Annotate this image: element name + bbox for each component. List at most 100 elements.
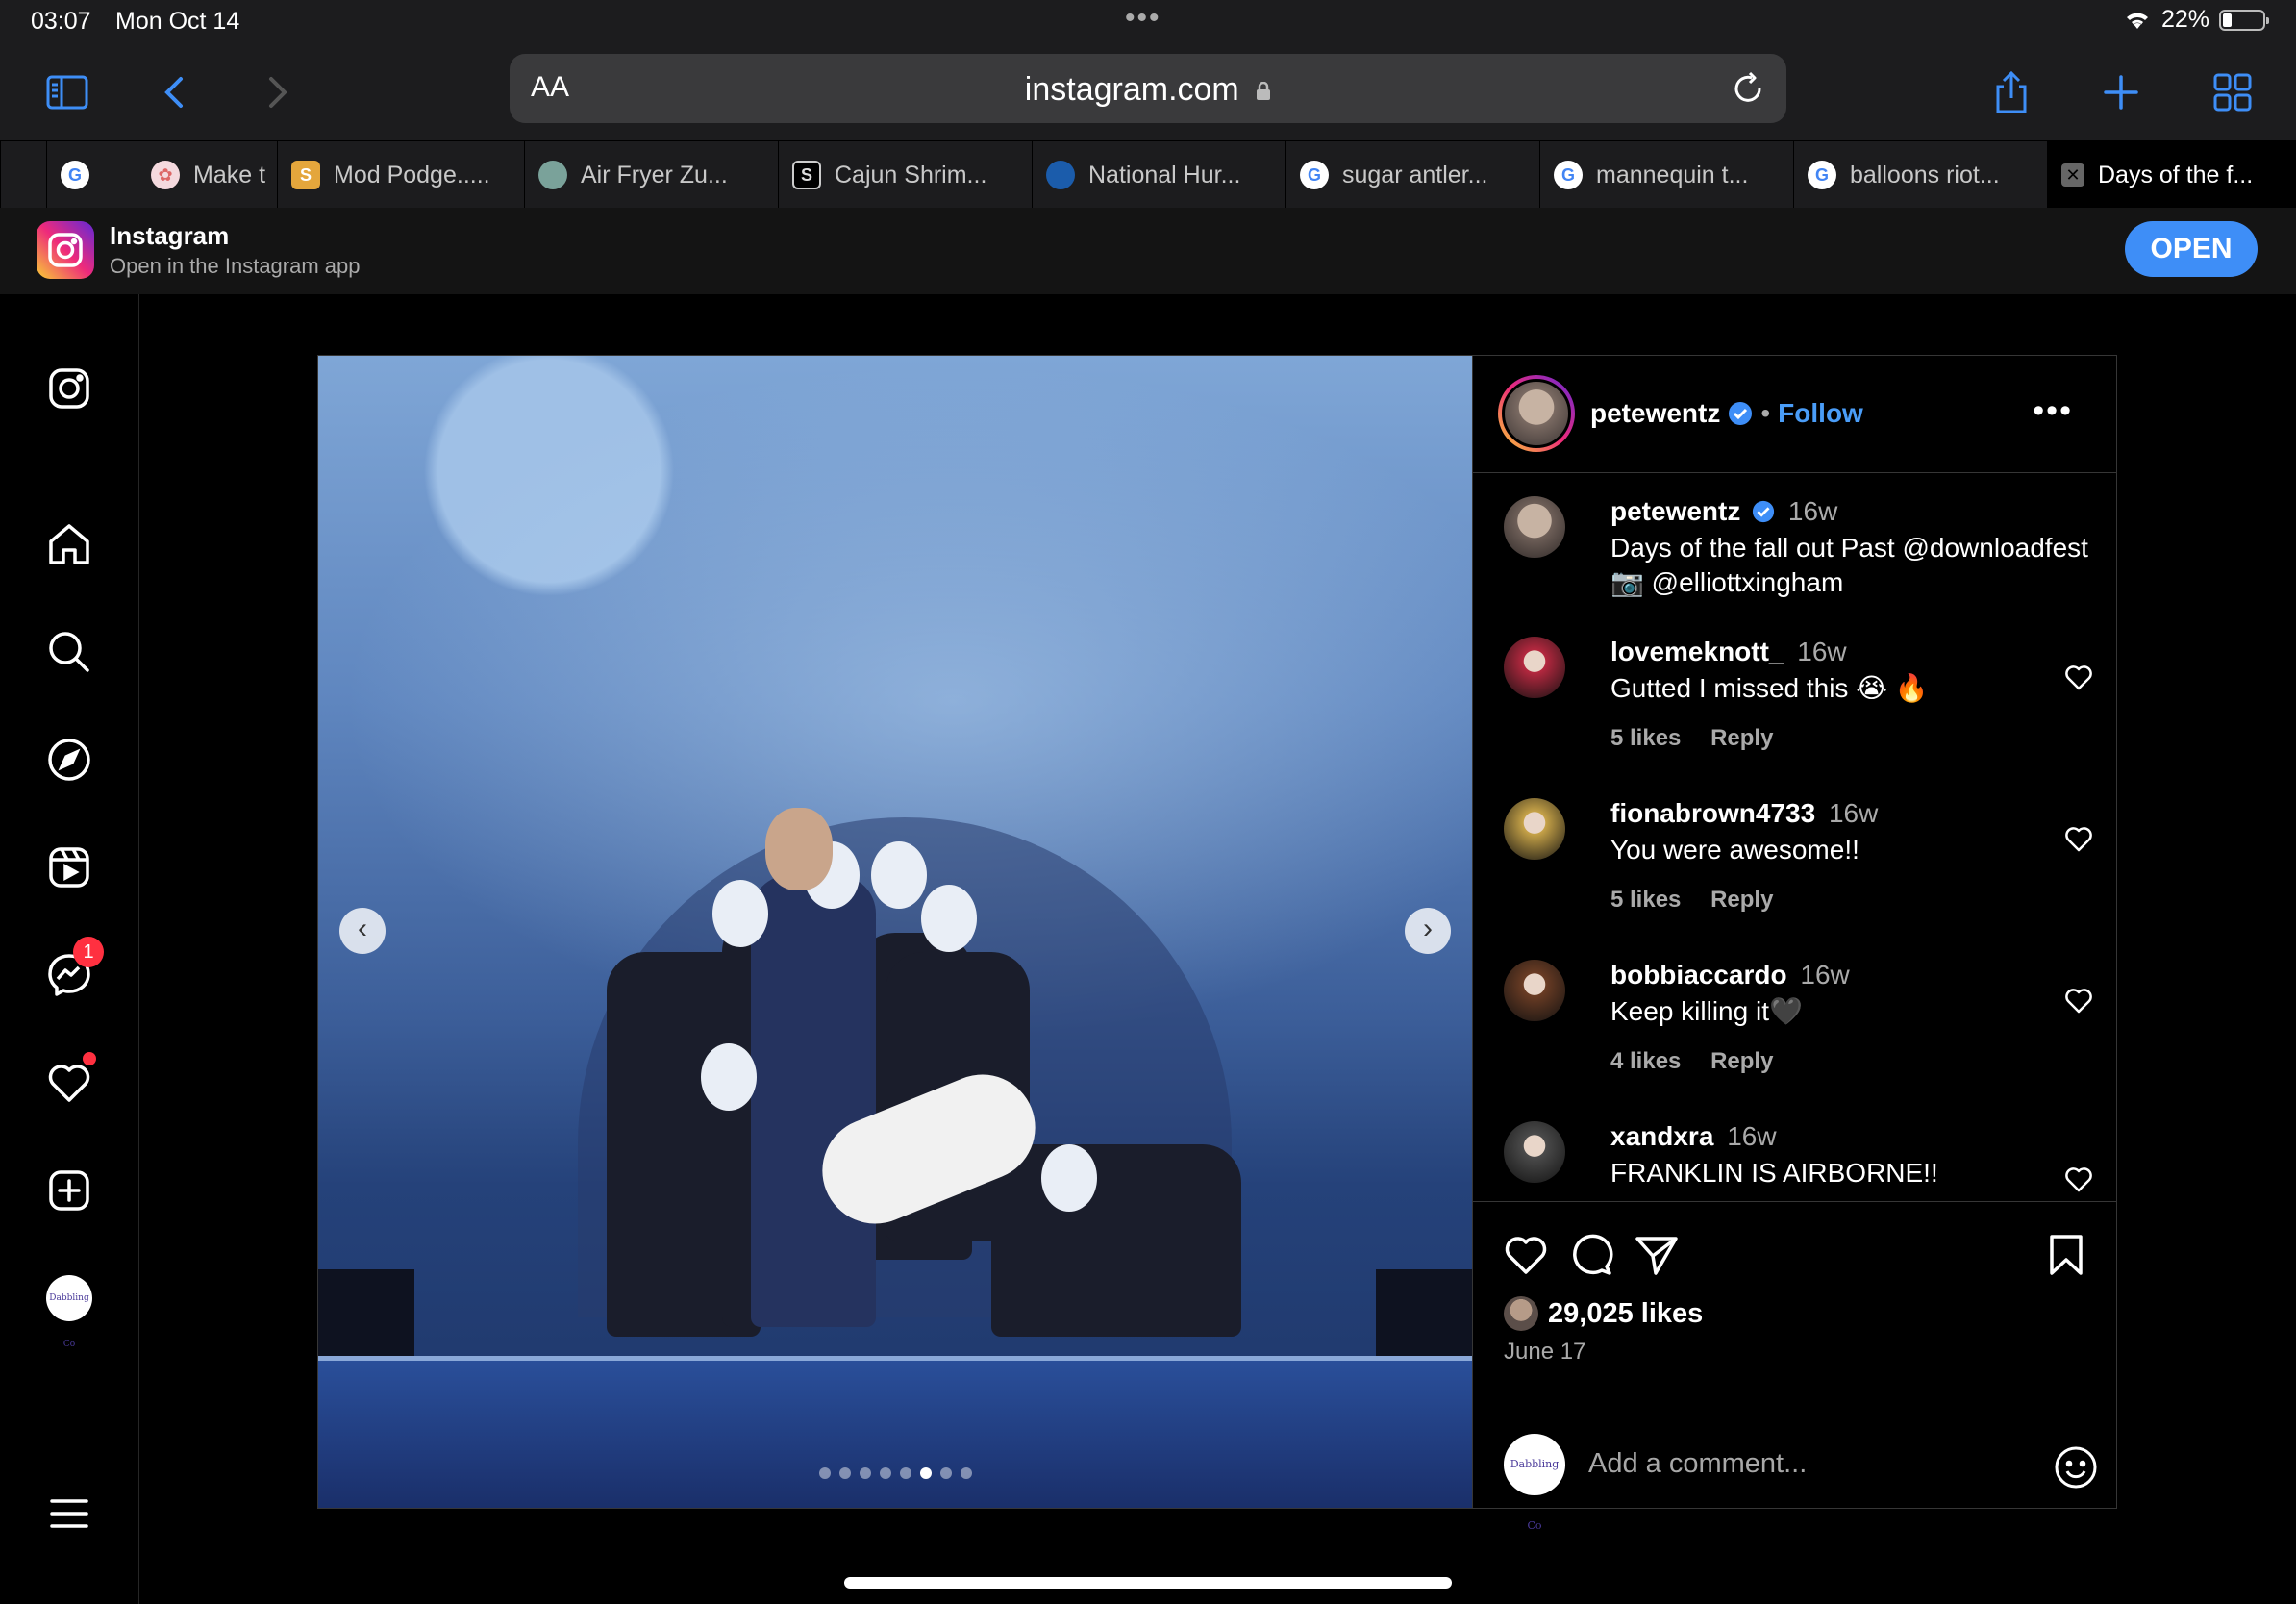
reply-button[interactable]: Reply: [1710, 1048, 1773, 1074]
comment-avatar[interactable]: [1504, 637, 1565, 698]
url-display[interactable]: instagram.com: [510, 71, 1786, 109]
wifi-icon: [2126, 13, 2148, 29]
reels-icon[interactable]: [42, 840, 96, 894]
sidebar-toggle-icon[interactable]: [40, 65, 94, 119]
create-plus-icon[interactable]: [42, 1164, 96, 1217]
like-comment-icon[interactable]: [2063, 823, 2094, 854]
comment-avatar[interactable]: [1504, 798, 1565, 860]
air-fryer-icon: [538, 161, 567, 189]
stage-speaker: [318, 1269, 414, 1361]
next-image-button[interactable]: ›: [1405, 908, 1451, 954]
profile-avatar-image: Dabbling Co: [46, 1275, 92, 1349]
tab-label: Make t: [193, 161, 266, 188]
singer-head: [765, 808, 833, 890]
tab-google[interactable]: G: [46, 141, 137, 209]
comment-likes[interactable]: 5 likes: [1610, 887, 1681, 913]
pink-circle-icon: ✿: [151, 161, 180, 189]
home-indicator[interactable]: [844, 1577, 1452, 1589]
verified-badge-icon: [1729, 402, 1753, 425]
banner-title: Instagram: [110, 221, 230, 250]
comment-avatar[interactable]: [1504, 960, 1565, 1021]
previous-image-button[interactable]: ‹: [339, 908, 386, 954]
banner-subtitle: Open in the Instagram app: [110, 254, 361, 278]
tab-make[interactable]: ✿ Make t: [137, 141, 277, 209]
emoji-icon[interactable]: [2054, 1445, 2098, 1490]
comment-likes[interactable]: 5 likes: [1610, 725, 1681, 751]
tab-overview-icon[interactable]: [2206, 65, 2259, 119]
messenger-icon[interactable]: 1: [42, 937, 104, 1002]
new-tab-icon[interactable]: [2094, 65, 2148, 119]
tab-active-days-of-the-fall[interactable]: ✕ Days of the f...: [2047, 141, 2296, 209]
likes-avatar: [1504, 1296, 1538, 1331]
author-username[interactable]: petewentz: [1590, 398, 1720, 429]
caption-head: petewentz 16w: [1610, 496, 1837, 527]
explore-compass-icon[interactable]: [42, 733, 96, 787]
like-comment-icon[interactable]: [2063, 1164, 2094, 1194]
google-icon: G: [1808, 161, 1836, 189]
comment-username[interactable]: bobbiaccardo: [1610, 960, 1787, 990]
dancer-mask: [921, 885, 977, 952]
open-app-button[interactable]: OPEN: [2125, 221, 2258, 277]
comment-likes[interactable]: 4 likes: [1610, 1048, 1681, 1074]
post-image[interactable]: ‹ ›: [318, 356, 1472, 1508]
tab-national-hurricane[interactable]: National Hur...: [1032, 141, 1285, 209]
lock-icon: [1257, 82, 1271, 101]
comment-username[interactable]: xandxra: [1610, 1121, 1713, 1151]
comment-bubble-icon[interactable]: [1567, 1231, 1615, 1279]
search-icon[interactable]: [42, 625, 96, 679]
like-comment-icon[interactable]: [2063, 662, 2094, 692]
reply-button[interactable]: Reply: [1710, 887, 1773, 913]
tab-balloons[interactable]: G balloons riot...: [1793, 141, 2047, 209]
save-bookmark-icon[interactable]: [2042, 1231, 2090, 1279]
comment-meta: 4 likes Reply: [1610, 1048, 1796, 1075]
author-avatar[interactable]: [1498, 375, 1575, 452]
caption-username[interactable]: petewentz: [1610, 496, 1740, 526]
back-icon[interactable]: [148, 65, 202, 119]
comment-text: FRANKLIN IS AIRBORNE!!: [1610, 1158, 1938, 1188]
forward-icon[interactable]: [250, 65, 304, 119]
tab-cajun-shrimp[interactable]: S Cajun Shrim...: [778, 141, 1032, 209]
caption-line-2: 📷 @elliottxingham: [1610, 567, 1844, 597]
tab-label: Cajun Shrim...: [835, 161, 987, 188]
comment-username[interactable]: fionabrown4733: [1610, 798, 1815, 828]
reply-button[interactable]: Reply: [1710, 725, 1773, 751]
share-icon[interactable]: [1984, 65, 2038, 119]
comment-avatar[interactable]: [1504, 1121, 1565, 1183]
comment-username[interactable]: lovemeknott_: [1610, 637, 1784, 666]
menu-hamburger-icon[interactable]: [42, 1487, 96, 1541]
like-heart-icon[interactable]: [1502, 1231, 1550, 1279]
home-icon[interactable]: [42, 517, 96, 571]
follow-button[interactable]: Follow: [1778, 398, 1863, 429]
tab-bar: G ✿ Make t S Mod Podge..... Air Fryer Zu…: [0, 140, 2296, 209]
like-comment-icon[interactable]: [2063, 985, 2094, 1015]
verified-badge-icon: [1753, 500, 1775, 523]
multitasking-dots-icon[interactable]: •••: [1125, 2, 1161, 35]
likes-row[interactable]: 29,025 likes: [1504, 1296, 1703, 1331]
post-card: ‹ › petewentz • Follow ••• petewentz 16w: [317, 355, 2117, 1532]
profile-avatar[interactable]: Dabbling Co: [42, 1271, 96, 1349]
notifications-heart-icon[interactable]: [42, 1052, 96, 1110]
battery-level: [2223, 13, 2232, 27]
status-time: 03:07: [31, 8, 91, 35]
add-comment-input[interactable]: [1588, 1432, 2011, 1495]
instagram-logo-icon[interactable]: [42, 362, 96, 415]
address-bar[interactable]: AA instagram.com: [510, 54, 1786, 123]
comment-head: fionabrown4733 16w: [1610, 798, 1878, 829]
status-date: Mon Oct 14: [115, 8, 240, 35]
google-icon: G: [1300, 161, 1329, 189]
comment-head: lovemeknott_ 16w: [1610, 637, 1847, 667]
reload-icon[interactable]: [1729, 69, 1767, 108]
share-paper-plane-icon[interactable]: [1633, 1231, 1681, 1279]
likes-count[interactable]: 29,025 likes: [1548, 1298, 1703, 1330]
tab-air-fryer[interactable]: Air Fryer Zu...: [524, 141, 778, 209]
tab-pinned-edge[interactable]: [0, 141, 46, 209]
caption-avatar[interactable]: [1504, 496, 1565, 558]
post-date[interactable]: June 17: [1504, 1339, 1585, 1366]
tab-mannequin[interactable]: G mannequin t...: [1539, 141, 1793, 209]
tab-sugar-antler[interactable]: G sugar antler...: [1285, 141, 1539, 209]
singer: [751, 875, 876, 1327]
close-tab-icon[interactable]: ✕: [2061, 163, 2084, 187]
tab-mod-podge[interactable]: S Mod Podge.....: [277, 141, 524, 209]
comment-meta: 5 likes Reply: [1610, 725, 1796, 752]
more-options-icon[interactable]: •••: [2033, 392, 2073, 430]
